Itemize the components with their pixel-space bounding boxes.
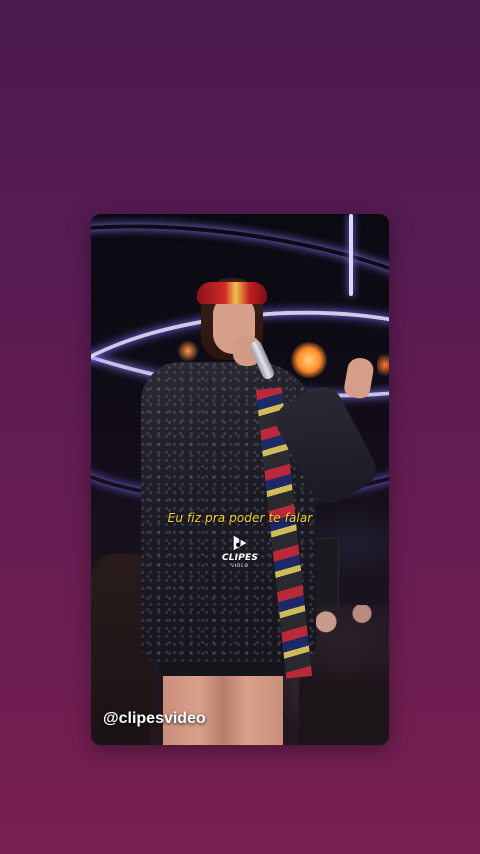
- account-handle[interactable]: @clipesvideo: [103, 710, 206, 728]
- performer-pointing-hand: [342, 356, 376, 400]
- logo-subtitle: VIDEO: [231, 563, 249, 568]
- performer-bandana: [197, 282, 267, 304]
- logo-wordmark: CLIPES: [221, 553, 259, 563]
- performer-legs: [163, 668, 283, 745]
- stage-spotlight: [377, 352, 389, 378]
- music-note-icon: [233, 535, 247, 551]
- lyric-subtitle: Eu fiz pra poder te falar: [167, 511, 313, 525]
- story-video-frame[interactable]: Eu fiz pra poder te falar CLIPES VIDEO @…: [91, 214, 389, 745]
- clipes-video-logo: CLIPES VIDEO: [217, 534, 263, 578]
